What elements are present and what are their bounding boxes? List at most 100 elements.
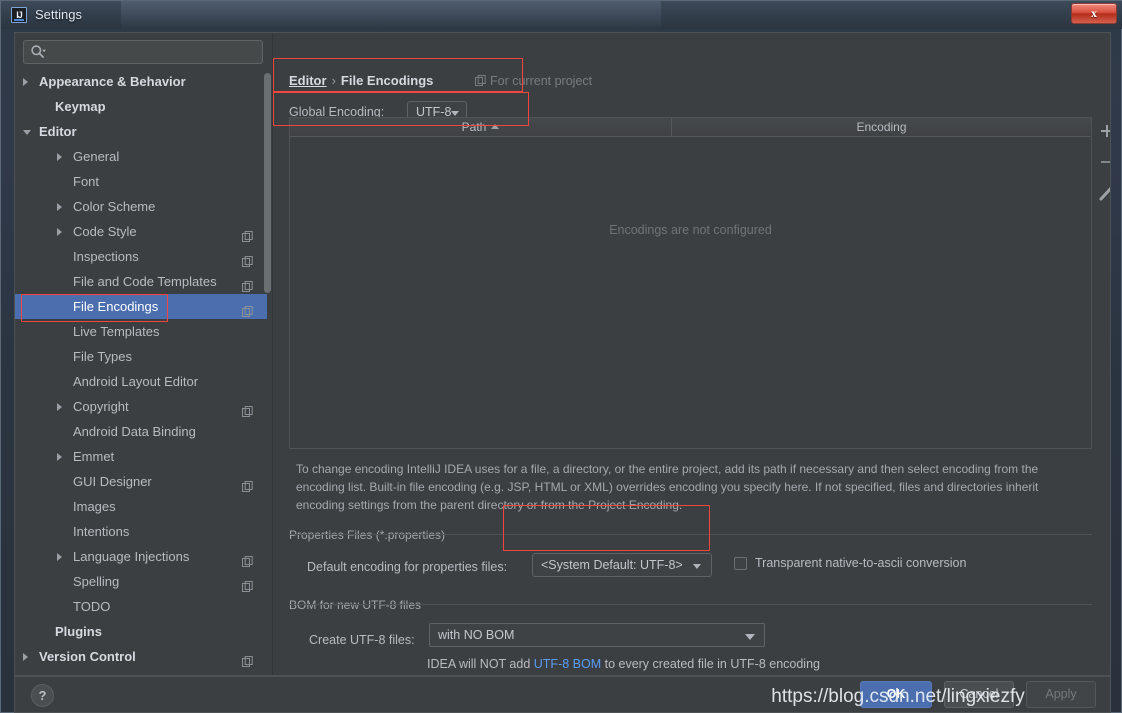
dialog-content: Appearance & Behavior Keymap Editor General… [15,33,1110,675]
sidebar-item-todo[interactable]: TODO [15,594,267,619]
breadcrumb-current: File Encodings [340,73,434,88]
chevron-right-icon[interactable] [57,553,62,561]
table-header-encoding[interactable]: Encoding [672,118,1091,136]
cancel-button[interactable]: Cancel [944,681,1014,708]
intellij-idea-icon: IJ [11,7,27,23]
sidebar-item-file-and-code-templates[interactable]: File and Code Templates [15,269,267,294]
default-properties-encoding-value: <System Default: UTF-8> [541,558,683,572]
sidebar-item-file-encodings[interactable]: File Encodings [15,294,267,319]
project-config-icon [242,275,253,292]
config-scope-icon [475,75,486,86]
sidebar-item-label: Copyright [73,399,129,414]
sidebar-item-editor[interactable]: Editor [15,119,267,144]
sidebar-item-android-layout-editor[interactable]: Android Layout Editor [15,369,267,394]
sidebar-item-copyright[interactable]: Copyright [15,394,267,419]
sidebar-item-font[interactable]: Font [15,169,267,194]
sidebar-item-keymap[interactable]: Keymap [15,94,267,119]
sidebar-item-file-types[interactable]: File Types [15,344,267,369]
dialog-footer: ? OK Cancel Apply [14,676,1111,713]
close-icon[interactable]: x [1071,3,1117,24]
sidebar-item-language-injections[interactable]: Language Injections [15,544,267,569]
chevron-down-icon [693,564,701,569]
create-utf8-files-combo[interactable]: with NO BOM [429,623,765,647]
sidebar-item-live-templates[interactable]: Live Templates [15,319,267,344]
sidebar-item-appearance-behavior[interactable]: Appearance & Behavior [15,69,267,94]
window-frame: IJ Settings x Appearance & Behavior Keym… [0,0,1122,713]
sidebar-item-plugins[interactable]: Plugins [15,619,267,644]
apply-button[interactable]: Apply [1026,681,1096,708]
sidebar-item-emmet[interactable]: Emmet [15,444,267,469]
sidebar-item-gui-designer[interactable]: GUI Designer [15,469,267,494]
table-header-encoding-label: Encoding [856,120,907,134]
project-config-icon [242,475,253,492]
search-field-wrapper [23,40,263,64]
window-title: Settings [35,7,82,22]
sidebar-scrollbar-thumb[interactable] [264,73,271,293]
sidebar-item-label: File Encodings [73,299,159,314]
table-toolbar [1092,117,1110,237]
sidebar-item-label: File Types [73,349,133,364]
sidebar-item-images[interactable]: Images [15,494,267,519]
sidebar-item-spelling[interactable]: Spelling [15,569,267,594]
table-header-row: Path Encoding [290,118,1091,137]
sidebar-item-label: Spelling [73,574,120,589]
project-config-icon [242,650,253,667]
bom-section-title: BOM for new UTF-8 files [289,598,428,612]
settings-dialog-window: IJ Settings x Appearance & Behavior Keym… [0,0,1122,713]
title-bar-sheen [121,1,661,29]
sidebar-item-android-data-binding[interactable]: Android Data Binding [15,419,267,444]
help-button[interactable]: ? [31,684,54,707]
sort-ascending-icon [491,124,500,129]
search-input[interactable] [23,40,263,64]
encodings-table[interactable]: Path Encoding Encodings are not configur… [289,117,1092,449]
settings-tree[interactable]: Appearance & Behavior Keymap Editor General… [15,69,267,675]
sidebar-item-label: Inspections [73,249,139,264]
chevron-down-icon[interactable] [23,130,31,135]
default-properties-encoding-combo[interactable]: <System Default: UTF-8> [532,553,712,577]
sidebar-item-code-style[interactable]: Code Style [15,219,267,244]
project-config-icon [242,250,253,267]
sidebar-item-label: Color Scheme [73,199,156,214]
transparent-native-to-ascii-checkbox[interactable] [734,557,747,570]
sidebar-item-inspections[interactable]: Inspections [15,244,267,269]
search-icon [30,44,46,60]
breadcrumb-parent[interactable]: Editor [289,73,327,88]
sidebar-item-label: Keymap [55,99,106,114]
sidebar-item-label: Font [73,174,100,189]
remove-icon[interactable] [1092,148,1110,176]
sidebar-item-intentions[interactable]: Intentions [15,519,267,544]
add-icon[interactable] [1092,117,1110,145]
title-bar: IJ Settings x [1,1,1122,29]
bom-note: IDEA will NOT add UTF-8 BOM to every cre… [427,657,820,671]
sidebar-item-label: Emmet [73,449,115,464]
sidebar-item-label: Editor [39,124,77,139]
edit-icon[interactable] [1092,179,1110,207]
project-config-icon [242,400,253,417]
sidebar-item-label: Intentions [73,524,130,539]
chevron-right-icon[interactable] [57,203,62,211]
dialog-body: Appearance & Behavior Keymap Editor General… [14,32,1111,676]
bom-note-link[interactable]: UTF-8 BOM [534,657,601,671]
chevron-right-icon[interactable] [57,453,62,461]
for-current-project-label: For current project [490,74,593,88]
transparent-native-to-ascii-label: Transparent native-to-ascii conversion [755,556,967,570]
table-empty-message: Encodings are not configured [609,223,772,237]
table-header-path[interactable]: Path [290,118,672,136]
chevron-right-icon[interactable] [23,653,28,661]
sidebar-item-label: General [73,149,120,164]
sidebar-item-label: Images [73,499,116,514]
project-config-icon [242,300,253,317]
ok-button[interactable]: OK [860,681,932,708]
chevron-right-icon[interactable] [23,78,28,86]
chevron-right-icon[interactable] [57,153,62,161]
sidebar-item-label: TODO [73,599,111,614]
sidebar-item-version-control[interactable]: Version Control [15,644,267,669]
chevron-down-icon [745,634,755,640]
sidebar-item-general[interactable]: General [15,144,267,169]
properties-section-title: Properties Files (*.properties) [289,528,452,542]
chevron-right-icon[interactable] [57,228,62,236]
sidebar-item-label: Live Templates [73,324,160,339]
chevron-right-icon[interactable] [57,403,62,411]
sidebar-item-color-scheme[interactable]: Color Scheme [15,194,267,219]
project-config-icon [242,225,253,242]
